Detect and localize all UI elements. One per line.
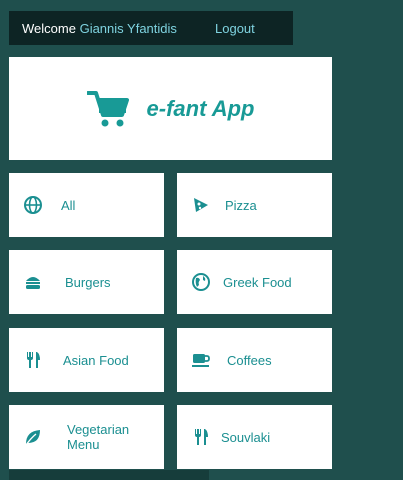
category-label: Vegetarian Menu <box>67 422 130 452</box>
category-asian-food[interactable]: Asian Food <box>9 328 164 392</box>
category-label: Burgers <box>65 274 111 290</box>
pizza-slice-icon <box>191 195 211 215</box>
category-burgers[interactable]: Burgers <box>9 250 164 314</box>
welcome-label: Welcome <box>22 21 76 36</box>
globe-icon <box>23 195 43 215</box>
utensils-icon <box>191 427 211 447</box>
category-label: Coffees <box>227 352 272 368</box>
category-label: Pizza <box>225 197 257 213</box>
bottom-strip <box>9 470 209 480</box>
user-name: Giannis Yfantidis <box>79 21 177 36</box>
category-coffees[interactable]: Coffees <box>177 328 332 392</box>
welcome-text: Welcome Giannis Yfantidis <box>22 21 177 36</box>
app-title: e-fant App <box>146 95 255 121</box>
shopping-cart-icon <box>86 90 129 126</box>
brand-banner: e-fant App <box>9 57 332 160</box>
leaf-icon <box>23 427 43 447</box>
top-bar: Welcome Giannis Yfantidis Logout <box>9 11 293 45</box>
category-label: All <box>61 197 76 213</box>
category-all[interactable]: All <box>9 173 164 237</box>
category-pizza[interactable]: Pizza <box>177 173 332 237</box>
logout-link[interactable]: Logout <box>215 21 255 36</box>
utensils-icon <box>23 350 43 370</box>
coffee-cup-icon <box>191 350 211 370</box>
category-label: Asian Food <box>63 352 129 368</box>
category-label: Greek Food <box>223 274 292 290</box>
category-greek-food[interactable]: Greek Food <box>177 250 332 314</box>
burger-icon <box>23 272 43 292</box>
category-label: Souvlaki <box>221 429 271 445</box>
category-vegetarian-menu[interactable]: Vegetarian Menu <box>9 405 164 469</box>
globe-americas-icon <box>191 272 211 292</box>
category-souvlaki[interactable]: Souvlaki <box>177 405 332 469</box>
